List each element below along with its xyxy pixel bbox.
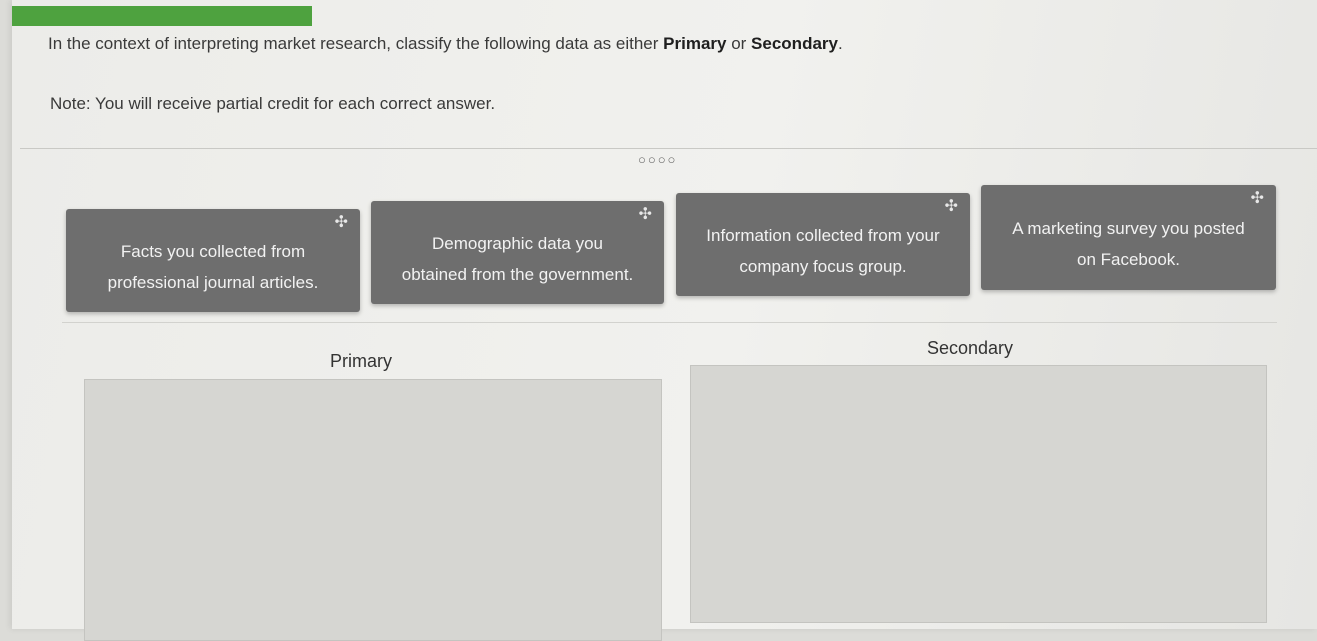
- card-text-line: on Facebook.: [1076, 249, 1180, 269]
- card-text-line: A marketing survey you posted: [1012, 218, 1245, 238]
- bank-divider: [62, 322, 1277, 323]
- card-text-line: obtained from the government.: [401, 264, 634, 284]
- secondary-drop-zone[interactable]: [690, 365, 1267, 623]
- draggable-card-focus-group[interactable]: ✣ Information collected from your compan…: [676, 193, 970, 296]
- primary-column-title: Primary: [330, 351, 392, 371]
- secondary-column-title: Secondary: [927, 338, 1014, 358]
- card-text-line: professional journal articles.: [107, 272, 319, 292]
- draggable-card-journal-facts[interactable]: ✣ Facts you collected from professional …: [66, 209, 360, 312]
- draggable-card-facebook-survey[interactable]: ✣ A marketing survey you posted on Faceb…: [981, 185, 1276, 290]
- move-icon[interactable]: ✣: [945, 199, 958, 215]
- move-icon[interactable]: ✣: [1251, 191, 1264, 207]
- draggable-card-government-demographics[interactable]: ✣ Demographic data you obtained from the…: [371, 201, 664, 304]
- card-text-line: company focus group.: [739, 256, 907, 276]
- card-text-line: Information collected from your: [706, 225, 940, 245]
- move-icon[interactable]: ✣: [639, 207, 652, 223]
- card-text-line: Facts you collected from: [120, 241, 306, 261]
- card-text-line: Demographic data you: [431, 233, 604, 253]
- primary-drop-zone[interactable]: [84, 379, 662, 641]
- move-icon[interactable]: ✣: [335, 215, 348, 231]
